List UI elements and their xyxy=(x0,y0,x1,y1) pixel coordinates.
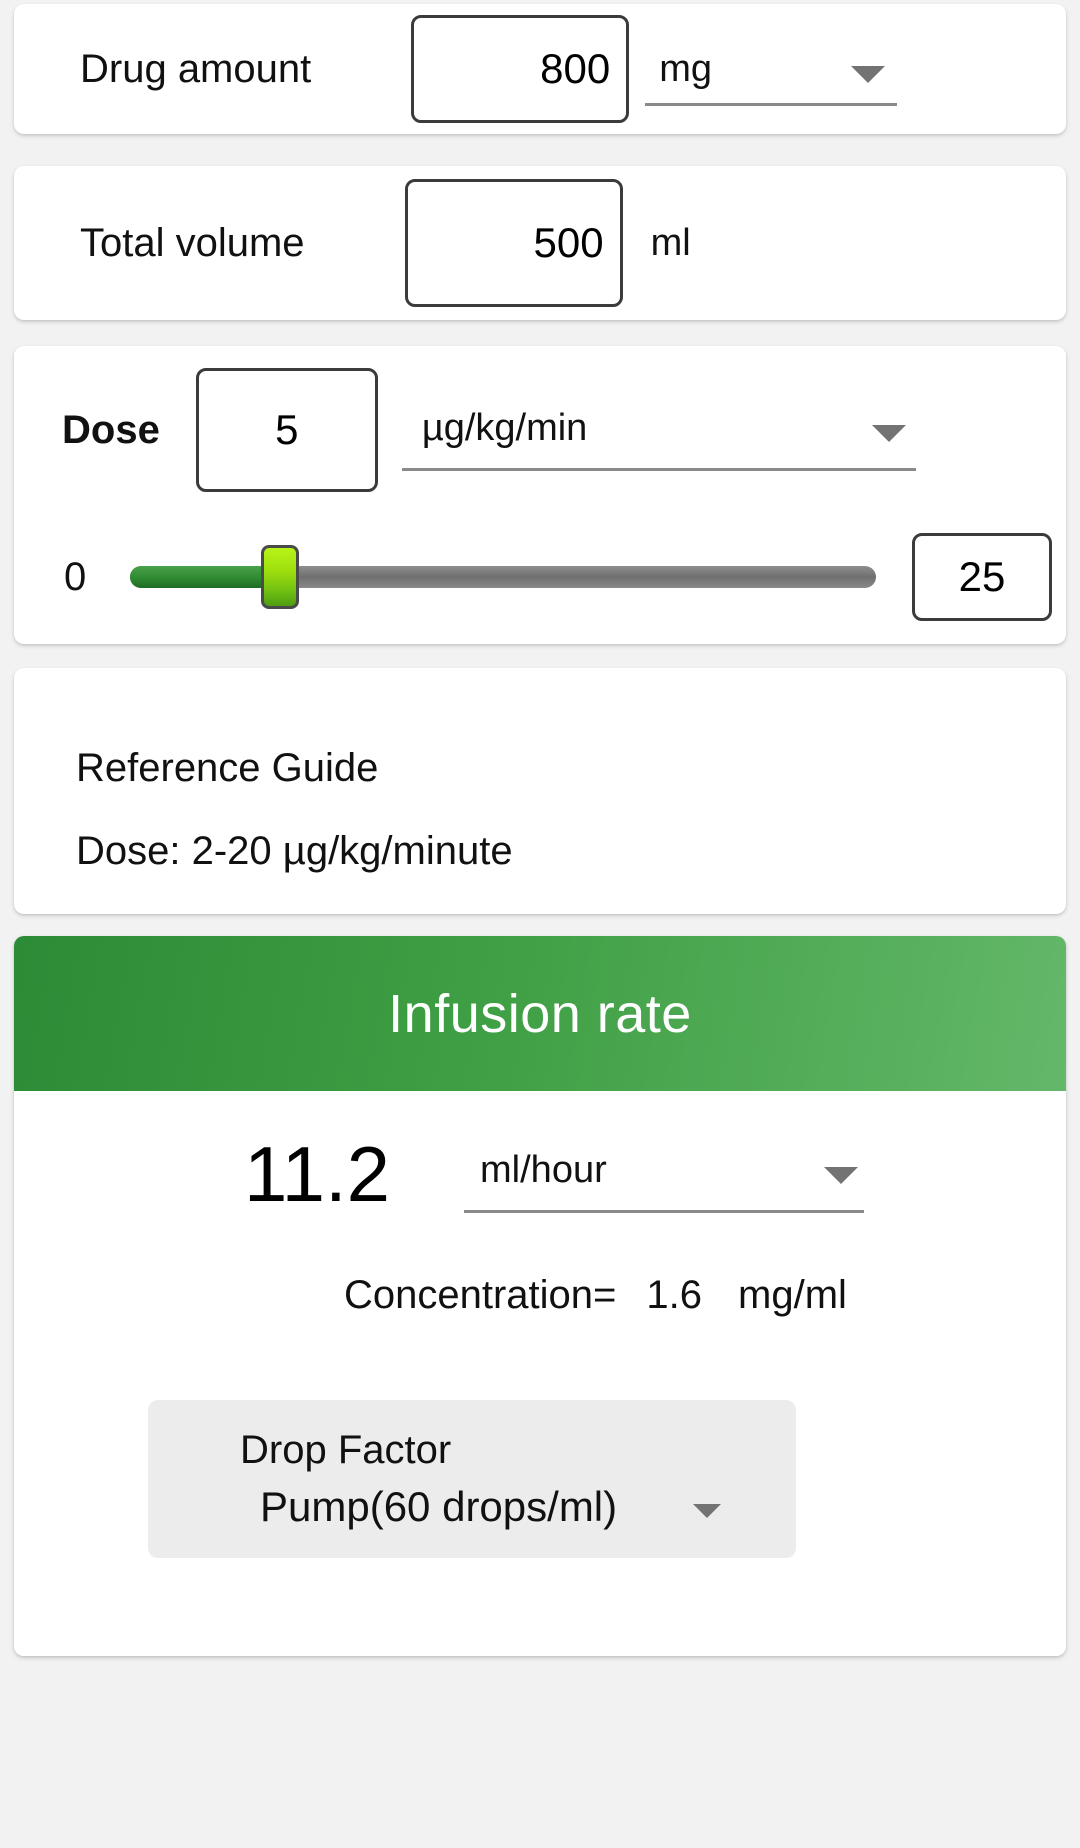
drug-amount-label: Drug amount xyxy=(80,46,312,91)
dose-unit-value: µg/kg/min xyxy=(421,407,588,449)
infusion-rate-body: 11.2 ml/hour Concentration= 1.6 mg/ml Dr… xyxy=(14,1091,1066,1656)
dose-slider-min-label: 0 xyxy=(64,554,87,599)
infusion-rate-unit-value: ml/hour xyxy=(480,1149,607,1191)
drop-factor-value-row: Pump(60 drops/ml) xyxy=(148,1483,796,1531)
drop-factor-label: Drop Factor xyxy=(240,1428,452,1472)
infusion-rate-card: Infusion rate 11.2 ml/hour Concentration… xyxy=(14,936,1066,1656)
infusion-rate-value: 11.2 xyxy=(244,1130,391,1218)
dose-slider-max-input[interactable]: 25 xyxy=(912,533,1052,621)
drop-factor-value: Pump(60 drops/ml) xyxy=(260,1483,618,1530)
infusion-rate-title: Infusion rate xyxy=(388,983,692,1044)
drop-factor-dropdown[interactable]: Drop Factor Pump(60 drops/ml) xyxy=(148,1400,796,1558)
drug-amount-unit-value: mg xyxy=(659,48,713,90)
concentration-row: Concentration= 1.6 mg/ml xyxy=(14,1273,1066,1318)
dose-slider-thumb[interactable] xyxy=(260,545,299,609)
total-volume-unit-label: ml xyxy=(650,221,691,264)
chevron-down-icon xyxy=(693,1504,722,1518)
drug-amount-unit-dropdown[interactable]: mg xyxy=(645,32,898,106)
concentration-label: Concentration= xyxy=(344,1273,617,1317)
infusion-rate-unit-dropdown[interactable]: ml/hour xyxy=(464,1135,865,1213)
chevron-down-icon xyxy=(871,425,906,442)
dose-card: Dose 5 µg/kg/min 0 25 xyxy=(14,346,1066,644)
dose-input-row: Dose 5 µg/kg/min xyxy=(14,346,1066,514)
dose-slider[interactable] xyxy=(130,545,876,609)
total-volume-card: Total volume 500 ml xyxy=(14,166,1066,320)
reference-guide-card: Reference Guide Dose: 2-20 µg/kg/minute xyxy=(14,668,1066,914)
drug-amount-card: Drug amount 800 mg xyxy=(14,4,1066,134)
dose-input[interactable]: 5 xyxy=(195,368,378,492)
infusion-rate-header: Infusion rate xyxy=(14,936,1066,1091)
reference-guide-dose-range: Dose: 2-20 µg/kg/minute xyxy=(76,829,513,873)
total-volume-input[interactable]: 500 xyxy=(404,179,623,307)
dose-unit-dropdown[interactable]: µg/kg/min xyxy=(401,389,916,471)
infusion-rate-value-row: 11.2 ml/hour xyxy=(14,1091,1066,1257)
dose-slider-row: 0 25 xyxy=(14,514,1066,640)
total-volume-label: Total volume xyxy=(80,220,305,265)
infusion-calculator-screen: Drug amount 800 mg Total volume 500 ml D… xyxy=(0,0,1080,1848)
concentration-unit: mg/ml xyxy=(738,1273,847,1317)
chevron-down-icon xyxy=(851,66,886,83)
drug-amount-input[interactable]: 800 xyxy=(411,15,630,123)
concentration-value: 1.6 xyxy=(646,1273,703,1317)
dose-label: Dose xyxy=(62,407,160,452)
reference-guide-title: Reference Guide xyxy=(76,746,379,790)
chevron-down-icon xyxy=(824,1167,859,1184)
